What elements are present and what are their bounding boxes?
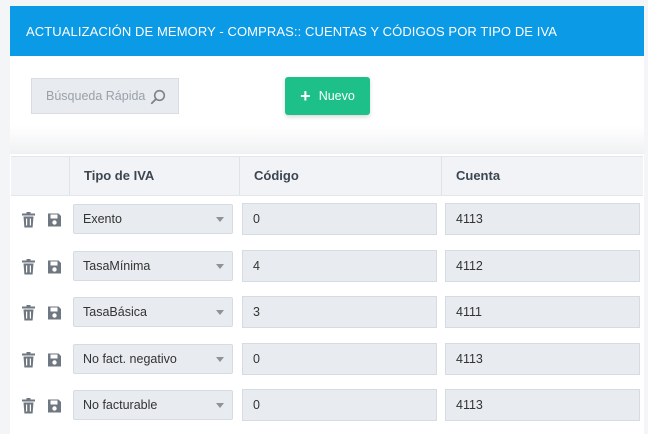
tipo-iva-value: No facturable: [83, 398, 158, 412]
tipo-iva-value: No fact. negativo: [83, 351, 177, 366]
codigo-input[interactable]: 0: [242, 203, 437, 235]
tipo-iva-select[interactable]: No facturable: [73, 390, 233, 420]
table-row: No fact. negativo 0 4113: [10, 338, 644, 384]
cuenta-input[interactable]: 4113: [445, 342, 640, 375]
tipo-iva-select[interactable]: TasaBásica: [73, 297, 233, 327]
tipo-iva-select[interactable]: No fact. negativo: [73, 343, 233, 374]
column-header-codigo: Código: [239, 157, 441, 195]
codigo-input[interactable]: 3: [242, 296, 437, 328]
toolbar-divider: [10, 126, 644, 154]
tipo-iva-value: Exento: [83, 212, 122, 226]
chevron-down-icon: [216, 217, 224, 222]
search-input[interactable]: [44, 88, 156, 104]
tipo-iva-value: TasaBásica: [83, 305, 147, 319]
table-row: No facturable 0 4113: [10, 384, 644, 430]
codigo-input[interactable]: 0: [242, 342, 437, 375]
cuenta-input[interactable]: 4111: [445, 296, 640, 328]
search-box[interactable]: [31, 78, 179, 114]
cuenta-input[interactable]: 4113: [445, 203, 640, 235]
page-title: ACTUALIZACIÓN DE MEMORY - COMPRAS:: CUEN…: [10, 6, 644, 56]
chevron-down-icon: [216, 356, 224, 362]
new-button[interactable]: + Nuevo: [285, 77, 370, 115]
search-icon[interactable]: [150, 89, 166, 105]
cuenta-input[interactable]: 4113: [445, 389, 640, 421]
new-button-label: Nuevo: [318, 89, 355, 103]
chevron-down-icon: [216, 310, 224, 315]
save-icon[interactable]: [47, 212, 62, 228]
column-header-tipo-iva: Tipo de IVA: [69, 157, 240, 195]
codigo-input[interactable]: 0: [242, 389, 437, 421]
chevron-down-icon: [216, 263, 224, 269]
save-icon[interactable]: [47, 352, 62, 368]
table-row: TasaBásica 3 4111: [10, 291, 644, 337]
trash-icon[interactable]: [21, 351, 36, 368]
trash-icon[interactable]: [21, 258, 36, 275]
table-row: TasaMínima 4 4112: [10, 245, 644, 291]
save-icon[interactable]: [47, 398, 62, 414]
codigo-input[interactable]: 4: [242, 249, 437, 282]
cuenta-input[interactable]: 4112: [445, 249, 640, 282]
trash-icon[interactable]: [21, 212, 36, 228]
table-header: Tipo de IVA Código Cuenta: [11, 156, 643, 196]
tipo-iva-select[interactable]: TasaMínima: [73, 250, 233, 281]
chevron-down-icon: [216, 403, 224, 408]
save-icon[interactable]: [47, 259, 62, 275]
trash-icon[interactable]: [21, 305, 36, 321]
trash-icon[interactable]: [21, 398, 36, 414]
table-row: Exento 0 4113: [10, 198, 644, 244]
tipo-iva-value: TasaMínima: [83, 258, 151, 273]
main-panel: ACTUALIZACIÓN DE MEMORY - COMPRAS:: CUEN…: [10, 6, 644, 434]
tipo-iva-select[interactable]: Exento: [73, 204, 233, 234]
column-header-cuenta: Cuenta: [441, 157, 643, 195]
plus-icon: +: [300, 86, 311, 106]
save-icon[interactable]: [47, 305, 62, 321]
